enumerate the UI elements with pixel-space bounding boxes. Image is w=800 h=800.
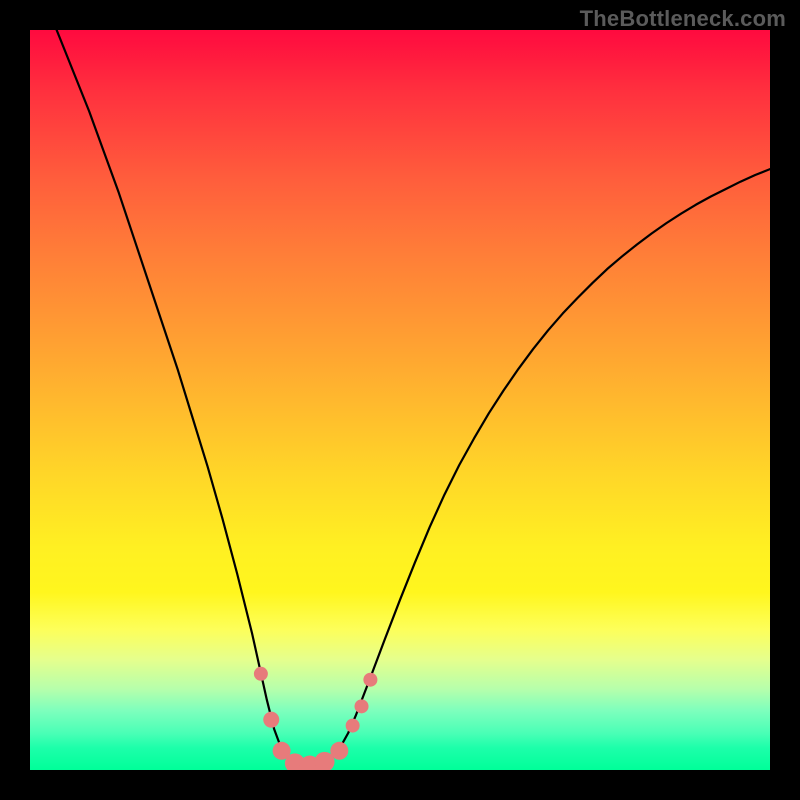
chart-frame: TheBottleneck.com <box>0 0 800 800</box>
markers-group <box>254 667 378 770</box>
marker-dot <box>330 742 348 760</box>
marker-dot <box>355 699 369 713</box>
marker-dot <box>346 719 360 733</box>
marker-dot <box>254 667 268 681</box>
marker-dot <box>263 712 279 728</box>
markers-svg <box>30 30 770 770</box>
plot-area <box>30 30 770 770</box>
marker-dot <box>363 673 377 687</box>
watermark-text: TheBottleneck.com <box>580 6 786 32</box>
